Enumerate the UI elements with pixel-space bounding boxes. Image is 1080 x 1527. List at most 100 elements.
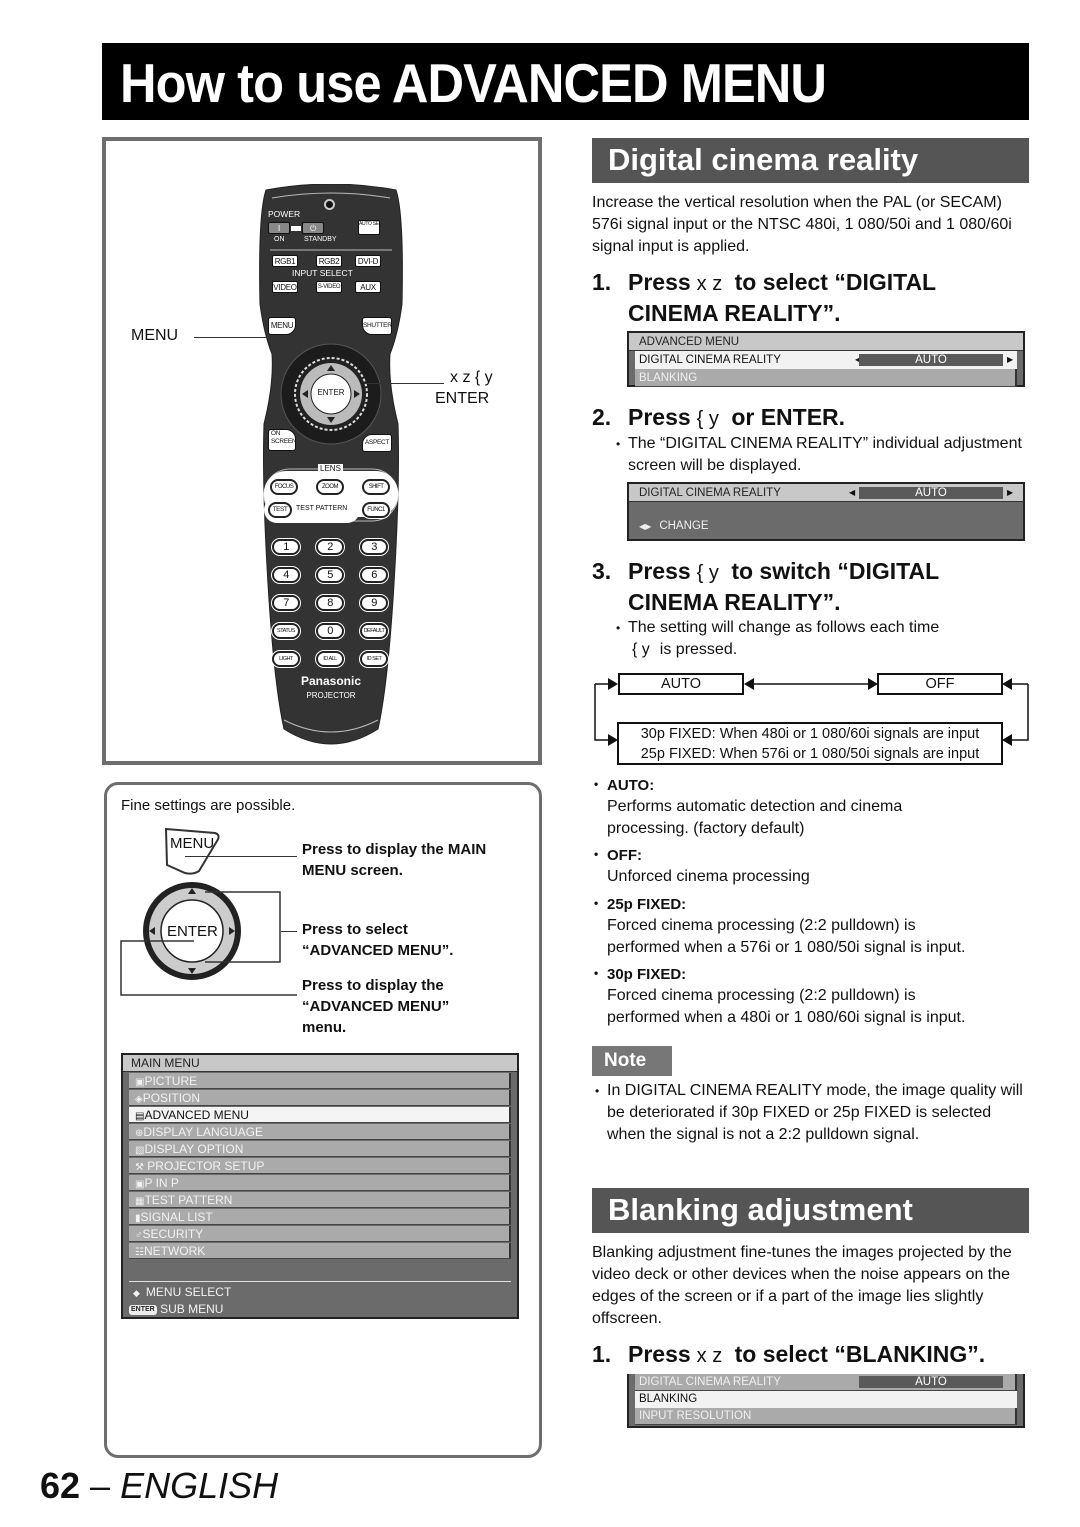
def-off-text: Unforced cinema processing [607, 868, 810, 885]
main-menu-item[interactable]: ♂SECURITY [129, 1226, 511, 1242]
standby-button[interactable]: ⏻ [302, 222, 324, 234]
up-down-keys: x z [696, 273, 723, 295]
rgb1-button[interactable]: RGB1 [272, 255, 298, 267]
main-menu-item[interactable]: ◈POSITION [129, 1090, 511, 1106]
rgb2-button[interactable]: RGB2 [316, 255, 342, 267]
shutter-button[interactable]: SHUTTER [362, 317, 392, 335]
main-menu-item[interactable]: ▣PICTURE [129, 1073, 511, 1089]
power-switch-icon [291, 226, 301, 231]
aux-button[interactable]: AUX [355, 281, 381, 293]
up-down-arrow-icon: ◆ [133, 1288, 140, 1298]
menu-item-label: SECURITY [142, 1227, 204, 1241]
keypad-button[interactable]: DEFAULT [360, 623, 388, 639]
right-arrow-icon: ▶ [1007, 355, 1014, 364]
main-menu-item[interactable]: ⊕DISPLAY LANGUAGE [129, 1124, 511, 1140]
main-menu-item[interactable]: ▦TEST PATTERN [129, 1192, 511, 1208]
osd-row-input-resolution[interactable]: INPUT RESOLUTION [635, 1408, 1017, 1425]
keypad-button[interactable]: 8 [316, 595, 344, 611]
test-button[interactable]: TEST [268, 502, 292, 518]
func1-button[interactable]: FUNC1 [362, 502, 390, 518]
main-menu-item[interactable]: ▧DISPLAY OPTION [129, 1141, 511, 1157]
display-description: Press to display the “ADVANCED MENU” men… [302, 977, 450, 1036]
menu-item-icon: ♂ [135, 1230, 143, 1241]
menu-item-label: P IN P [144, 1176, 179, 1190]
main-menu-screen: MAIN MENU ▣PICTURE ◈POSITION ▤ADVANCED MEN… [121, 1053, 519, 1319]
osd-row-blanking[interactable]: BLANKING [635, 369, 1017, 387]
menu-item-label: PROJECTOR SETUP [143, 1159, 265, 1173]
mode-fixed-box: 30p FIXED: When 480i or 1 080/60i signal… [617, 722, 1003, 765]
keypad-button[interactable]: 0 [316, 623, 344, 639]
power-label: POWER [268, 209, 301, 219]
menu-item-icon: ◈ [135, 1094, 143, 1105]
aspect-button[interactable]: ASPECT [362, 434, 392, 452]
dcr-step-3: 3. Press{ y to switch “DIGITAL CINEMA REA… [592, 558, 940, 615]
def-30p-text: Forced cinema processing (2:2 pulldown) … [607, 987, 966, 1026]
main-menu-item[interactable]: ⚒ PROJECTOR SETUP [129, 1158, 511, 1174]
focus-button[interactable]: FOCUS [270, 479, 298, 495]
main-menu-item[interactable]: ▣P IN P [129, 1175, 511, 1191]
keypad-button[interactable]: LIGHT [272, 651, 300, 667]
right-arrow-icon: ▶ [1007, 488, 1014, 497]
lens-label: LENS [318, 464, 343, 473]
note-text: In DIGITAL CINEMA REALITY mode, the imag… [595, 1080, 1027, 1146]
power-on-button[interactable]: I [268, 222, 290, 234]
s-video-button[interactable]: S-VIDEO [316, 281, 342, 293]
def-25p-term: 25p FIXED: [594, 896, 686, 913]
menu-key-line [185, 856, 297, 857]
up-down-keys: x z [696, 1345, 723, 1367]
keypad-button[interactable]: STATUS [272, 623, 300, 639]
keypad-button[interactable]: 9 [360, 595, 388, 611]
enter-button[interactable]: ENTER [314, 388, 348, 397]
dcr-intro: Increase the vertical resolution when th… [592, 194, 1012, 255]
osd-row-digital-cinema-reality[interactable]: DIGITAL CINEMA REALITY ◀ AUTO ▶ [635, 351, 1017, 369]
menu-key-label: MENU [170, 835, 215, 852]
osd-change-hint: ◀▶ CHANGE [639, 520, 709, 532]
def-off-term: OFF: [594, 847, 642, 864]
advanced-menu-osd: ADVANCED MENU DIGITAL CINEMA REALITY ◀ A… [627, 331, 1025, 387]
menu-callout-label: MENU [131, 327, 179, 344]
def-25p-text: Forced cinema processing (2:2 pulldown) … [607, 917, 966, 956]
enter-callout-line-icon [120, 940, 297, 996]
menu-item-icon: ⚒ [135, 1162, 144, 1173]
def-auto-text: Performs automatic detection and cinema p… [607, 798, 903, 837]
video-button[interactable]: VIDEO [272, 281, 298, 293]
keypad-button[interactable]: 4 [272, 567, 300, 583]
menu-item-label: TEST PATTERN [144, 1193, 233, 1207]
page-footer: 62 – ENGLISH [40, 1465, 279, 1506]
auto-setup-button[interactable]: AUTO SETUP [358, 220, 380, 235]
menu-item-label: DISPLAY OPTION [144, 1142, 244, 1156]
on-screen-button[interactable]: ON SCREEN [268, 429, 296, 451]
instruction-panel: Fine settings are possible. MENU Press t… [104, 782, 542, 1458]
main-menu-list: ▣PICTURE ◈POSITION ▤ADVANCED MENU ⊕DISPLAY … [123, 1073, 517, 1259]
osd-dcr-row: DIGITAL CINEMA REALITY ◀ AUTO ▶ [629, 484, 1023, 502]
left-right-keys: { y [696, 408, 719, 430]
shift-button[interactable]: SHIFT [362, 479, 390, 495]
select-line [281, 931, 297, 932]
menu-item-label: POSITION [142, 1091, 201, 1105]
zoom-button[interactable]: ZOOM [316, 479, 344, 495]
keypad-button[interactable]: 6 [360, 567, 388, 583]
keypad-button[interactable]: ID SET [360, 651, 388, 667]
dvi-d-button[interactable]: DVI-D [355, 255, 381, 267]
main-menu-item[interactable]: ▤ADVANCED MENU [129, 1107, 511, 1123]
keypad-button[interactable]: ID ALL [316, 651, 344, 667]
keypad-button[interactable]: 5 [316, 567, 344, 583]
keypad-button[interactable]: 3 [360, 539, 388, 555]
left-right-arrow-icon: ◀▶ [639, 522, 652, 531]
dcr-step-2: 2. Press{ y or ENTER. [592, 404, 846, 430]
osd-row-blanking[interactable]: BLANKING [635, 1391, 1017, 1408]
keypad-button[interactable]: 1 [272, 539, 300, 555]
dcr-step-3-bullet: The setting will change as follows each … [616, 617, 1028, 661]
dcr-step-2-bullet: The “DIGITAL CINEMA REALITY” individual … [616, 433, 1028, 477]
blanking-step-1: 1. Press x z to select “BLANKING”. [592, 1341, 986, 1367]
keypad-button[interactable]: 7 [272, 595, 300, 611]
main-menu-divider [129, 1281, 511, 1282]
menu-button[interactable]: MENU [268, 317, 296, 335]
main-menu-item[interactable]: ▮SIGNAL LIST [129, 1209, 511, 1225]
keypad-button[interactable]: 2 [316, 539, 344, 555]
osd-row-digital-cinema-reality[interactable]: DIGITAL CINEMA REALITY AUTO [635, 1374, 1017, 1391]
main-menu-item[interactable]: ☷NETWORK [129, 1243, 511, 1259]
menu-item-label: NETWORK [143, 1244, 206, 1258]
dcr-step-1: 1. Press x z to select “DIGITAL CINEMA REA… [592, 269, 937, 326]
section-heading-dcr: Digital cinema reality [592, 138, 1029, 183]
